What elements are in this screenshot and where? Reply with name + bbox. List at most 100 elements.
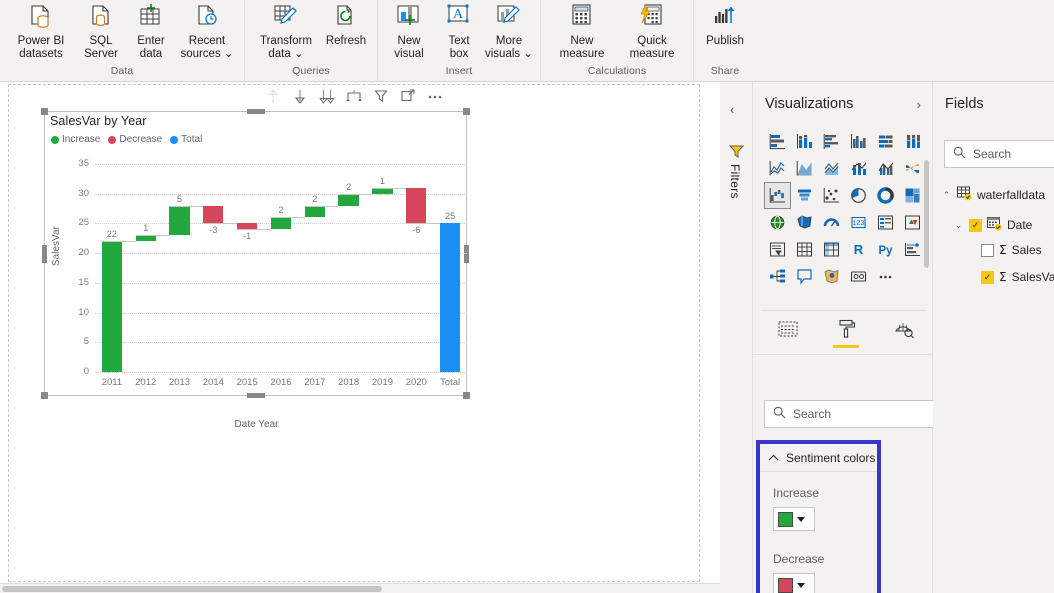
area-chart-icon[interactable] <box>791 155 818 182</box>
recent-sources-icon <box>192 2 222 34</box>
transform-data-icon <box>271 2 301 34</box>
chart-bar[interactable] <box>440 223 460 372</box>
chevron-down-icon[interactable] <box>797 517 805 522</box>
format-pane-scrollbar[interactable] <box>924 160 929 268</box>
stacked-bar-chart-icon[interactable] <box>764 128 791 155</box>
resize-handle-ne[interactable] <box>463 108 470 115</box>
multi-row-card-icon[interactable] <box>872 209 899 236</box>
sentiment-collapse-chevron-icon[interactable] <box>768 451 779 465</box>
line-chart-icon[interactable] <box>764 155 791 182</box>
visualizations-expand-chevron-icon[interactable]: › <box>917 97 921 112</box>
table-icon[interactable] <box>791 236 818 263</box>
matrix-icon[interactable] <box>818 236 845 263</box>
canvas-horizontal-scrollbar[interactable] <box>0 583 720 593</box>
color-picker-decrease[interactable] <box>773 573 815 593</box>
100-stacked-column-chart-icon[interactable] <box>899 128 926 155</box>
legend-item-increase[interactable]: Increase <box>51 134 100 145</box>
drill-down-icon[interactable] <box>292 88 308 104</box>
fields-search-input[interactable]: Search <box>944 140 1054 168</box>
donut-chart-icon[interactable] <box>872 182 899 209</box>
ribbon-button-recent-sources[interactable]: Recentsources ⌄ <box>176 0 238 61</box>
pie-chart-icon[interactable] <box>845 182 872 209</box>
treemap-icon[interactable] <box>899 182 926 209</box>
key-influencers-icon[interactable] <box>899 236 926 263</box>
scrollbar-thumb[interactable] <box>2 586 382 592</box>
clustered-bar-chart-icon[interactable] <box>818 128 845 155</box>
field-row-salesvar[interactable]: ΣSalesVar <box>965 270 1054 284</box>
chart-bar[interactable] <box>305 206 325 218</box>
focus-mode-icon[interactable] <box>400 88 416 104</box>
chart-bar[interactable] <box>338 194 358 206</box>
ribbon-button-new-visual[interactable]: Newvisual <box>384 0 434 61</box>
chart-bar[interactable] <box>203 206 223 224</box>
filters-collapse-chevron-icon[interactable]: ‹ <box>730 102 734 117</box>
analytics-tab[interactable] <box>889 314 919 344</box>
chart-bar[interactable] <box>102 241 122 372</box>
filled-map-icon[interactable] <box>791 209 818 236</box>
arcgis-maps-icon[interactable] <box>818 263 845 290</box>
clustered-column-chart-icon[interactable] <box>845 128 872 155</box>
ribbon-button-sql-server[interactable]: SQLServer <box>76 0 126 61</box>
field-label: Date <box>1007 218 1032 232</box>
card-icon[interactable]: 123 <box>845 209 872 236</box>
resize-handle-nw[interactable] <box>41 108 48 115</box>
chart-bar[interactable] <box>271 217 291 229</box>
expand-all-down-icon[interactable] <box>319 88 335 104</box>
field-checkbox[interactable] <box>981 271 994 284</box>
qa-visual-icon[interactable] <box>791 263 818 290</box>
line-clustered-column-chart-icon[interactable] <box>872 155 899 182</box>
expand-next-level-icon[interactable] <box>346 88 362 104</box>
y-axis-tick-label: 35 <box>65 158 89 169</box>
ribbon-button-refresh[interactable]: Refresh <box>321 0 371 48</box>
filters-pane-collapsed[interactable]: ‹ Filters <box>720 82 753 593</box>
field-checkbox[interactable] <box>981 244 994 257</box>
legend-item-total[interactable]: Total <box>170 134 202 145</box>
fields-tab[interactable] <box>773 314 803 344</box>
decomposition-tree-icon[interactable] <box>764 263 791 290</box>
chevron-up-icon[interactable]: ⌃ <box>941 190 952 201</box>
ribbon-chart-icon[interactable] <box>899 155 926 182</box>
stacked-area-chart-icon[interactable] <box>818 155 845 182</box>
scatter-chart-icon[interactable] <box>818 182 845 209</box>
chevron-down-icon[interactable] <box>797 583 805 588</box>
ribbon-button-new-measure[interactable]: Newmeasure <box>547 0 617 61</box>
more-visuals-ellipsis-icon[interactable] <box>872 263 899 290</box>
ribbon-button-enter-data[interactable]: Enterdata <box>126 0 176 61</box>
slicer-icon[interactable] <box>764 236 791 263</box>
kpi-icon[interactable] <box>899 209 926 236</box>
line-stacked-column-chart-icon[interactable] <box>845 155 872 182</box>
format-tab[interactable] <box>831 314 861 344</box>
field-checkbox[interactable] <box>969 219 982 232</box>
ribbon-button-publish[interactable]: Publish <box>700 0 750 48</box>
waterfall-chart-icon[interactable] <box>764 182 791 209</box>
chart-bar[interactable] <box>406 188 426 224</box>
format-search-input[interactable]: Search <box>764 400 936 428</box>
legend-item-decrease[interactable]: Decrease <box>108 134 162 145</box>
color-picker-increase[interactable] <box>773 507 815 531</box>
chart-bar[interactable] <box>169 206 189 236</box>
ribbon-button-more-visuals[interactable]: Morevisuals ⌄ <box>484 0 534 61</box>
stacked-column-chart-icon[interactable] <box>791 128 818 155</box>
y-gridline <box>95 372 467 373</box>
ribbon-button-quick-measure[interactable]: Quickmeasure <box>617 0 687 61</box>
filter-icon[interactable] <box>373 88 389 104</box>
ribbon-button-powerbi-datasets[interactable]: Power BIdatasets <box>6 0 76 61</box>
100-stacked-bar-chart-icon[interactable] <box>872 128 899 155</box>
paginated-report-icon[interactable] <box>845 263 872 290</box>
ribbon-button-transform-data[interactable]: Transformdata ⌄ <box>251 0 321 61</box>
more-options-icon[interactable] <box>427 88 443 104</box>
ribbon-button-text-box[interactable]: A Textbox <box>434 0 484 61</box>
ribbon-button-label: Power BIdatasets <box>18 35 65 61</box>
r-script-visual-icon[interactable]: R <box>845 236 872 263</box>
waterfall-chart-visual[interactable]: SalesVar by Year IncreaseDecreaseTotal S… <box>44 111 467 396</box>
map-icon[interactable] <box>764 209 791 236</box>
field-row-date[interactable]: ⌄ Date <box>953 216 1032 234</box>
sentiment-colors-header[interactable]: Sentiment colors <box>760 444 877 472</box>
resize-handle-n[interactable] <box>247 109 265 114</box>
field-row-waterfalldata[interactable]: ⌃waterfalldata <box>941 186 1045 204</box>
chevron-down-icon[interactable]: ⌄ <box>953 220 964 231</box>
field-row-sales[interactable]: ΣSales <box>965 243 1042 257</box>
gauge-icon[interactable] <box>818 209 845 236</box>
funnel-chart-icon[interactable] <box>791 182 818 209</box>
python-visual-icon[interactable]: Py <box>872 236 899 263</box>
